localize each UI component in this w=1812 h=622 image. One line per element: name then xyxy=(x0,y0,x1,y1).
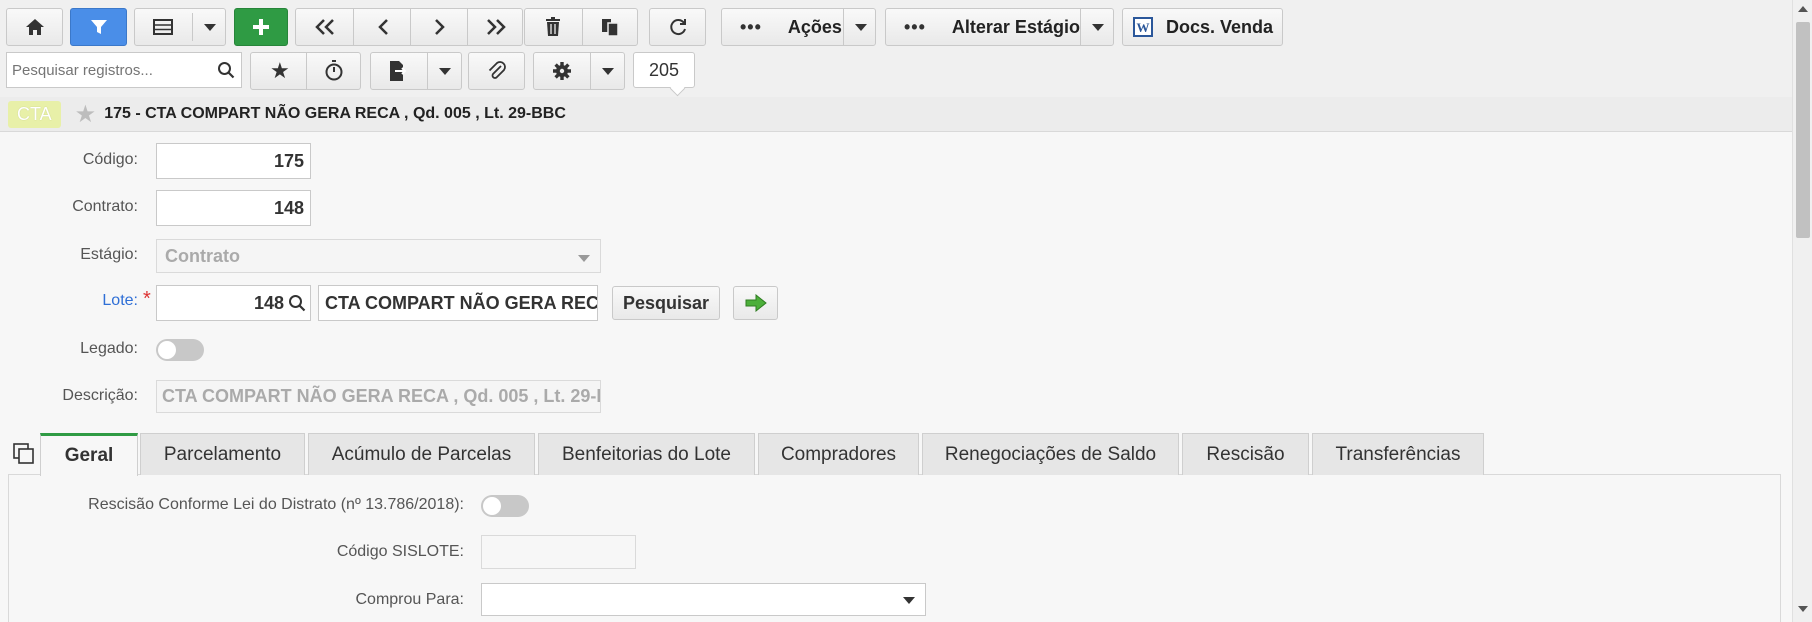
export-button[interactable] xyxy=(370,52,462,90)
legado-toggle[interactable] xyxy=(156,339,204,361)
duplicate-window-icon[interactable] xyxy=(13,443,35,465)
codigo-sislote-field[interactable] xyxy=(481,535,636,569)
tab-rescisao[interactable]: Rescisão xyxy=(1182,433,1309,475)
scrollbar-thumb[interactable] xyxy=(1796,22,1810,238)
tab-acumulo-parcelas[interactable]: Acúmulo de Parcelas xyxy=(308,433,535,475)
rescisao-distrato-label: Rescisão Conforme Lei do Distrato (nº 13… xyxy=(88,496,464,513)
chevron-down-icon xyxy=(204,23,216,31)
record-type-tag: CTA xyxy=(8,100,61,128)
paperclip-icon xyxy=(488,61,506,79)
contrato-label: Contrato: xyxy=(72,198,138,215)
word-document-icon: W xyxy=(1132,17,1153,37)
lote-code-field[interactable]: 148 xyxy=(156,285,311,321)
chevron-down-icon xyxy=(578,255,590,262)
chevron-down-icon xyxy=(602,67,614,75)
star-icon[interactable]: ★ xyxy=(270,58,290,84)
refresh-icon xyxy=(669,19,686,36)
refresh-button[interactable] xyxy=(649,8,706,46)
timer-icon[interactable] xyxy=(324,60,344,82)
previous-record-icon[interactable] xyxy=(376,18,390,36)
favorites-group: ★ xyxy=(250,52,361,90)
codigo-field[interactable]: 175 xyxy=(156,143,311,179)
contrato-field[interactable]: 148 xyxy=(156,190,311,226)
export-document-icon xyxy=(390,61,407,81)
estagio-select[interactable]: Contrato xyxy=(156,239,601,273)
scroll-up-icon[interactable] xyxy=(1798,6,1808,12)
attachment-button[interactable] xyxy=(468,52,525,90)
svg-text:W: W xyxy=(1136,20,1149,35)
scroll-down-icon[interactable] xyxy=(1798,606,1808,612)
rescisao-distrato-toggle[interactable] xyxy=(481,495,529,517)
lote-code-value: 148 xyxy=(253,292,284,313)
comprou-para-label: Comprou Para: xyxy=(355,591,465,608)
tab-renegociacoes-saldo[interactable]: Renegociações de Saldo xyxy=(922,433,1179,475)
more-dots-icon: ••• xyxy=(904,16,926,37)
more-dots-icon: ••• xyxy=(740,16,762,37)
search-box xyxy=(6,52,242,88)
tab-parcelamento[interactable]: Parcelamento xyxy=(140,433,305,475)
arrow-right-icon xyxy=(745,294,767,312)
alterar-estagio-button[interactable]: ••• Alterar Estágio xyxy=(885,8,1114,46)
add-button[interactable] xyxy=(234,8,288,46)
record-actions-group xyxy=(524,8,638,46)
legado-label: Legado: xyxy=(80,340,138,357)
navigation-group xyxy=(295,8,523,46)
lote-label: Lote: xyxy=(102,292,138,309)
docs-venda-label: Docs. Venda xyxy=(1165,16,1274,37)
record-title: 175 - CTA COMPART NÃO GERA RECA , Qd. 00… xyxy=(104,105,566,122)
estagio-label: Estágio: xyxy=(80,246,138,263)
favorite-star-icon[interactable]: ★ xyxy=(75,100,97,129)
vertical-scrollbar[interactable] xyxy=(1792,0,1812,622)
toolbar: ••• Ações ••• Alterar Estágio W Docs. Ve… xyxy=(0,0,1792,100)
estagio-value: Contrato xyxy=(165,245,240,266)
chevron-down-icon xyxy=(903,597,915,604)
go-to-lote-button[interactable] xyxy=(733,286,778,320)
view-mode-button[interactable] xyxy=(134,8,226,46)
home-icon xyxy=(25,19,44,35)
last-record-icon[interactable] xyxy=(485,18,507,36)
trash-icon[interactable] xyxy=(545,17,561,37)
filter-button[interactable] xyxy=(70,8,127,46)
descricao-field: CTA COMPART NÃO GERA RECA , Qd. 005 , Lt… xyxy=(156,380,601,413)
search-icon[interactable] xyxy=(217,61,235,79)
chevron-down-icon xyxy=(855,23,867,31)
descricao-label: Descrição: xyxy=(62,387,138,404)
tab-geral[interactable]: Geral xyxy=(40,433,138,476)
record-count: 205 xyxy=(633,52,695,88)
codigo-sislote-label: Código SISLOTE: xyxy=(336,543,464,560)
next-record-icon[interactable] xyxy=(433,18,447,36)
first-record-icon[interactable] xyxy=(314,18,336,36)
copy-icon[interactable] xyxy=(600,17,620,37)
required-marker: * xyxy=(143,288,151,310)
gear-icon xyxy=(553,62,571,80)
search-icon[interactable] xyxy=(288,294,306,312)
record-title-bar: CTA ★ 175 - CTA COMPART NÃO GERA RECA , … xyxy=(0,97,1792,132)
acoes-label: Ações xyxy=(787,16,842,37)
alterar-estagio-label: Alterar Estágio xyxy=(951,16,1080,37)
tab-compradores[interactable]: Compradores xyxy=(758,433,919,475)
plus-icon xyxy=(253,19,269,35)
docs-venda-button[interactable]: W Docs. Venda xyxy=(1122,8,1283,46)
chevron-down-icon xyxy=(439,67,451,75)
acoes-button[interactable]: ••• Ações xyxy=(721,8,876,46)
pesquisar-button[interactable]: Pesquisar xyxy=(612,286,720,320)
lote-description-field[interactable]: CTA COMPART NÃO GERA RECA xyxy=(318,285,598,321)
tab-transferencias[interactable]: Transferências xyxy=(1312,433,1484,475)
settings-button[interactable] xyxy=(533,52,625,90)
chevron-down-icon xyxy=(1092,23,1104,31)
search-input[interactable] xyxy=(7,61,217,79)
comprou-para-select[interactable] xyxy=(481,583,926,616)
table-icon xyxy=(153,19,173,35)
tab-benfeitorias-lote[interactable]: Benfeitorias do Lote xyxy=(538,433,755,475)
codigo-label: Código: xyxy=(82,151,138,168)
home-button[interactable] xyxy=(6,8,63,46)
filter-icon xyxy=(90,20,107,34)
